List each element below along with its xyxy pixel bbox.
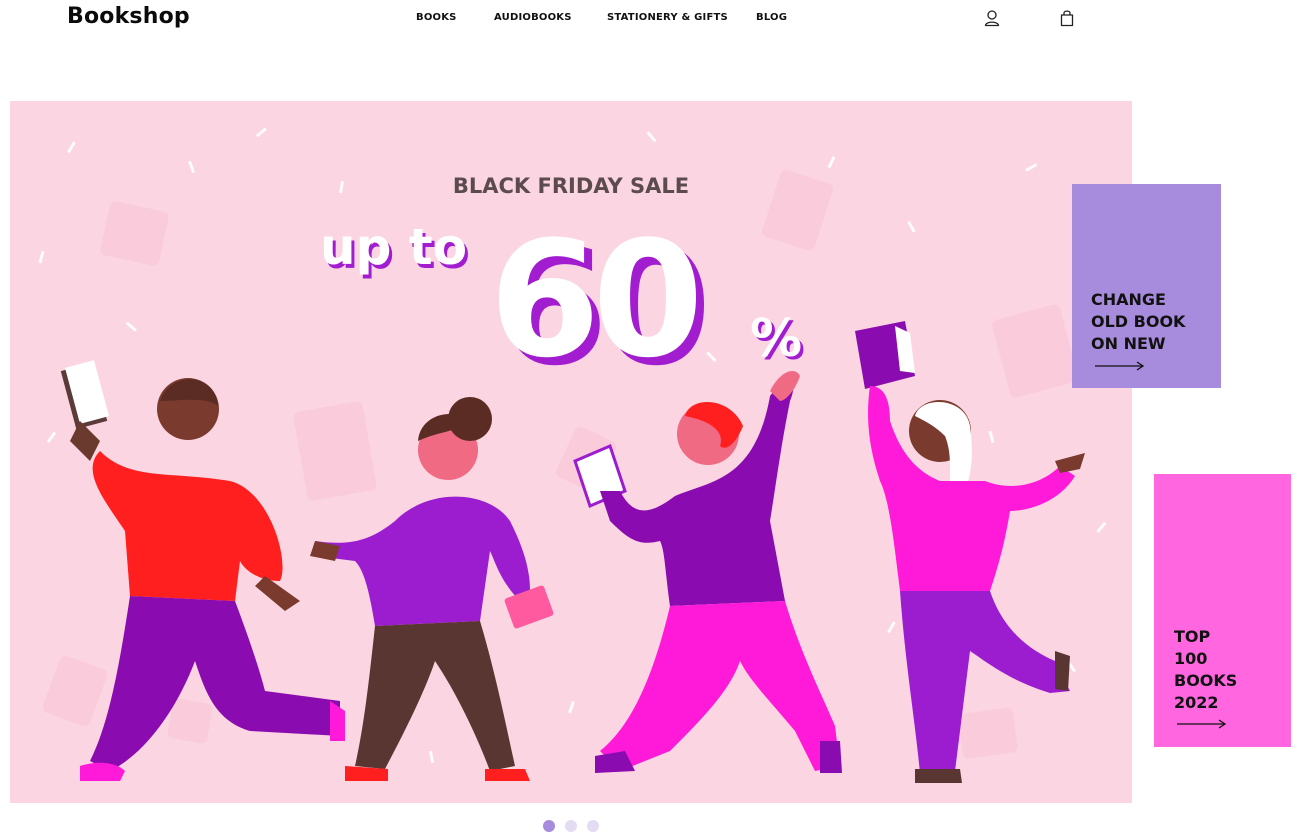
logo[interactable]: Bookshop bbox=[67, 4, 190, 29]
promo-change-old-book[interactable]: CHANGE OLD BOOK ON NEW bbox=[1072, 184, 1221, 388]
promo-top-100-books[interactable]: TOP 100 BOOKS 2022 bbox=[1154, 474, 1291, 747]
sale-banner[interactable]: BLACK FRIDAY SALE up to up to 60 60 % % bbox=[10, 101, 1132, 803]
banner-percent: % bbox=[750, 309, 802, 369]
shopping-bag-icon[interactable] bbox=[1057, 8, 1077, 28]
person-figure bbox=[573, 371, 842, 773]
arrow-right-icon bbox=[1095, 356, 1145, 375]
site-header: Bookshop BOOKS AUDIOBOOKS STATIONERY & G… bbox=[0, 0, 1301, 40]
slider-dot-1[interactable] bbox=[543, 820, 555, 832]
banner-amount: 60 bbox=[489, 206, 696, 393]
sale-illustration: BLACK FRIDAY SALE up to up to 60 60 % % bbox=[38, 127, 1107, 783]
slider-dot-3[interactable] bbox=[587, 820, 599, 832]
arrow-right-icon bbox=[1177, 714, 1227, 733]
nav-stationery-gifts[interactable]: STATIONERY & GIFTS bbox=[607, 12, 728, 23]
nav-blog[interactable]: BLOG bbox=[756, 12, 787, 23]
banner-headline: BLACK FRIDAY SALE bbox=[453, 174, 689, 198]
banner-prefix: up to bbox=[320, 218, 467, 276]
nav-books[interactable]: BOOKS bbox=[416, 12, 457, 23]
user-icon[interactable] bbox=[982, 8, 1002, 28]
promo-label: TOP 100 BOOKS 2022 bbox=[1174, 627, 1238, 712]
nav-audiobooks[interactable]: AUDIOBOOKS bbox=[494, 12, 572, 23]
slider-dot-2[interactable] bbox=[565, 820, 577, 832]
promo-label: CHANGE OLD BOOK ON NEW bbox=[1091, 290, 1186, 353]
